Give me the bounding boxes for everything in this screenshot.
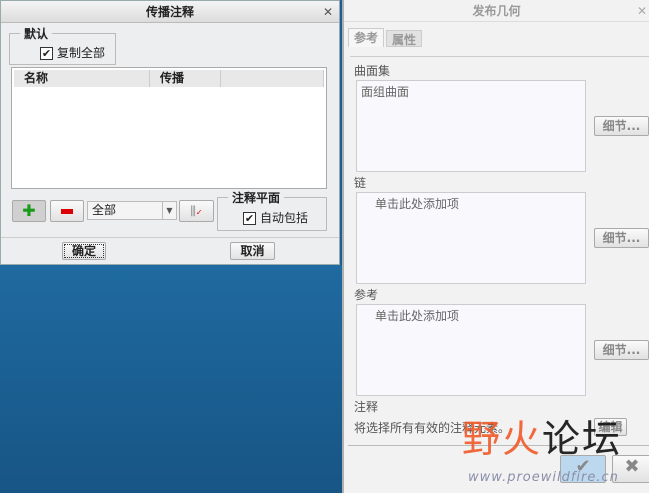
minus-icon	[61, 209, 73, 214]
add-button[interactable]: ✚	[12, 200, 46, 222]
x-icon: ✖	[624, 456, 640, 477]
select-all-button[interactable]: ⫼✓	[179, 200, 214, 222]
default-group: 默认 ✔ 复制全部	[9, 25, 116, 65]
annotation-table: 名称 传播	[11, 67, 327, 189]
reference-label: 参考	[354, 288, 379, 302]
auto-include-checkbox[interactable]: ✔ 自动包括	[243, 209, 308, 226]
checkmark-icon: ✔	[243, 212, 256, 225]
column-header-name[interactable]: 名称	[14, 70, 150, 87]
annotation-plane-label: 注释平面	[232, 191, 281, 205]
surface-details-button[interactable]: 细节...	[594, 116, 649, 136]
filter-select[interactable]: 全部 ▼	[87, 201, 177, 220]
tab-properties[interactable]: 属性	[386, 30, 423, 47]
watermark-url: www.proewildfire.cn	[468, 470, 619, 485]
check-list-icon: ⫼✓	[190, 204, 203, 218]
reference-details-button[interactable]: 细节...	[594, 340, 649, 360]
dialog-title: 传播注释	[1, 1, 339, 23]
chevron-down-icon: ▼	[162, 202, 176, 219]
publish-geometry-panel: 发布几何 ✕ 参考 属性 曲面集 面组曲面 细节... 链 单击此处添加项 细节…	[342, 0, 649, 493]
cancel-button[interactable]: 取消	[230, 242, 275, 260]
annotation-plane-group: 注释平面 ✔ 自动包括	[217, 189, 327, 231]
chain-label: 链	[354, 176, 367, 190]
default-group-label: 默认	[24, 27, 49, 41]
column-header-empty	[221, 70, 324, 87]
close-icon[interactable]: ✕	[323, 1, 333, 23]
surface-set-collector[interactable]: 面组曲面	[356, 80, 586, 172]
propagate-annotations-dialog: 传播注释 ✕ 默认 ✔ 复制全部 名称 传播 ✚ 全部 ▼ ⫼✓ 注释平面 ✔ 自动包…	[0, 0, 340, 265]
watermark-logo: 野火论坛	[462, 417, 623, 461]
ok-button[interactable]: 确定	[62, 242, 106, 260]
chain-collector[interactable]: 单击此处添加项	[356, 192, 586, 284]
column-header-propagate[interactable]: 传播	[150, 70, 221, 87]
checkmark-icon: ✔	[40, 47, 53, 60]
desktop-background	[0, 265, 342, 493]
tab-references[interactable]: 参考	[348, 28, 385, 47]
plus-icon: ✚	[22, 201, 36, 220]
copy-all-checkbox[interactable]: ✔ 复制全部	[40, 44, 105, 61]
reference-collector[interactable]: 单击此处添加项	[356, 304, 586, 396]
chain-details-button[interactable]: 细节...	[594, 228, 649, 248]
note-label: 注释	[354, 400, 379, 414]
panel-title: 发布几何	[344, 0, 649, 22]
surface-set-label: 曲面集	[354, 64, 391, 78]
remove-button[interactable]	[50, 200, 84, 222]
close-icon[interactable]: ✕	[637, 0, 647, 22]
